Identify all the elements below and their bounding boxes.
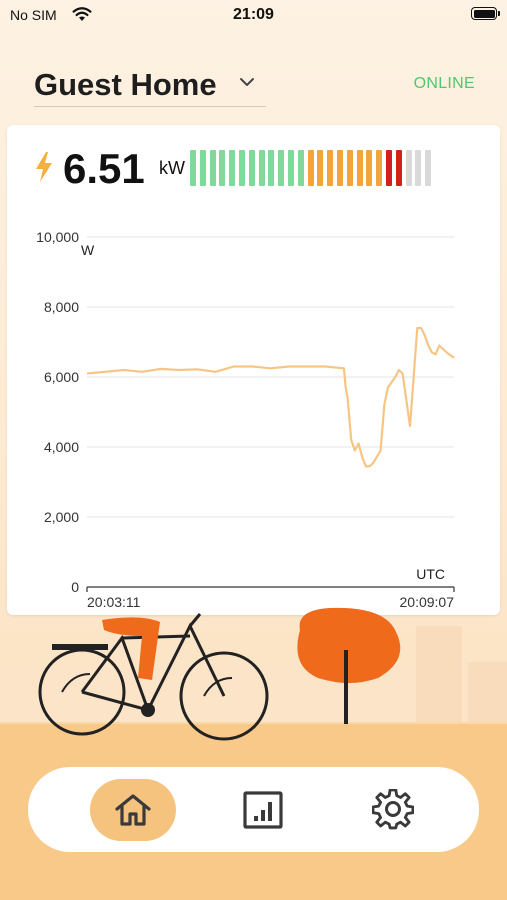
lightning-icon [36, 152, 52, 182]
cyclist-illustration [0, 607, 507, 900]
home-selector[interactable]: Guest Home [34, 66, 266, 107]
level-segment [209, 150, 216, 186]
clock: 21:09 [233, 6, 274, 23]
y-tick-label: 10,000 [36, 229, 79, 245]
level-segment [248, 150, 255, 186]
power-series-line [86, 326, 455, 468]
level-segment [199, 150, 206, 186]
level-segment [229, 150, 236, 186]
level-segment [336, 150, 343, 186]
level-segment [327, 150, 334, 186]
settings-icon [372, 789, 414, 830]
y-axis-unit: W [81, 242, 95, 258]
level-segment [385, 150, 392, 186]
timezone-label: UTC [416, 566, 445, 582]
level-segment [317, 150, 324, 186]
level-segment [395, 150, 402, 186]
level-segment [307, 150, 314, 186]
home-icon [115, 794, 151, 826]
power-card: 6.51 kW 10,000 8,000 6,000 4,000 2,000 0 W UT… [7, 125, 500, 615]
y-tick-label: 8,000 [44, 299, 79, 315]
level-segment [415, 150, 422, 186]
level-segment [268, 150, 275, 186]
status-bar: No SIM 21:09 [0, 0, 507, 32]
y-tick-label: 6,000 [44, 369, 79, 385]
level-segment [376, 150, 383, 186]
power-chart: 10,0008,0006,0004,0002,0000 W UTC 20:03:… [36, 229, 455, 610]
power-unit: kW [159, 158, 185, 178]
tab-settings[interactable] [350, 779, 436, 841]
level-segment [366, 150, 373, 186]
y-tick-label: 2,000 [44, 509, 79, 525]
level-segment [190, 150, 196, 186]
level-segment [278, 150, 285, 186]
power-value: 6.51 [63, 145, 145, 192]
level-segment [356, 150, 363, 186]
level-segment [346, 150, 353, 186]
level-segment [238, 150, 245, 186]
tab-statistics[interactable] [220, 779, 306, 841]
power-level-bar [190, 150, 432, 186]
bottom-tab-bar [28, 767, 479, 852]
chevron-down-icon [240, 78, 254, 86]
level-segment [219, 150, 226, 186]
tab-home[interactable] [90, 779, 176, 841]
level-segment [297, 150, 304, 186]
y-tick-label: 0 [71, 579, 79, 595]
y-tick-label: 4,000 [44, 439, 79, 455]
level-segment [287, 150, 294, 186]
level-segment [425, 150, 432, 186]
battery-icon [471, 7, 500, 20]
level-segment [405, 150, 412, 186]
stats-icon [243, 791, 283, 829]
home-name: Guest Home [34, 67, 217, 102]
connection-status: ONLINE [413, 75, 475, 92]
level-segment [258, 150, 265, 186]
